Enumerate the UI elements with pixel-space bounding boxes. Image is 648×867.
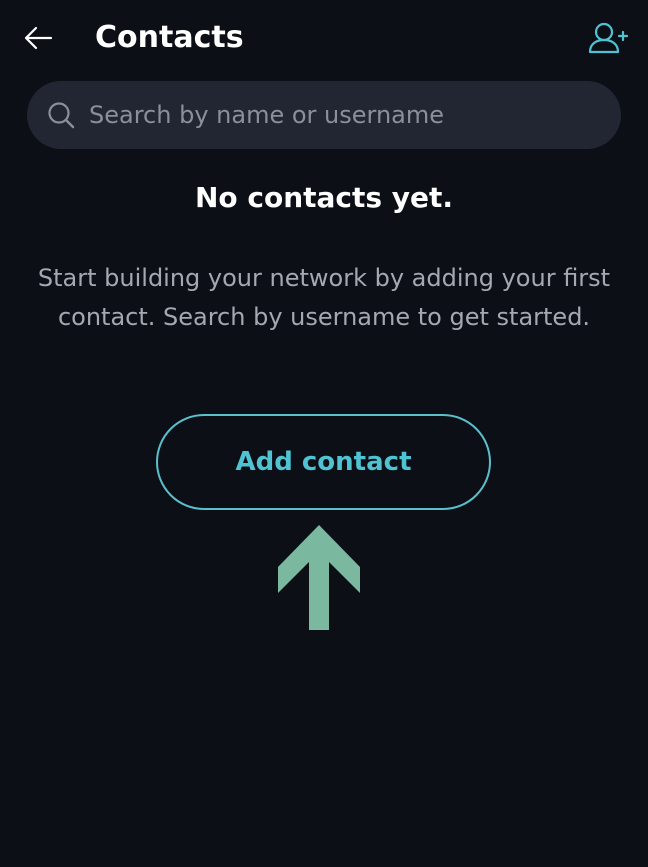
header-bar: Contacts [0,0,648,78]
empty-state-title: No contacts yet. [194,181,454,214]
back-button[interactable] [18,20,58,56]
arrow-up-icon [278,525,360,630]
page-title: Contacts [95,20,244,55]
add-user-button[interactable] [584,18,630,58]
search-input[interactable] [89,95,599,135]
arrow-left-icon [24,26,53,50]
add-contact-button[interactable]: Add contact [156,414,491,510]
empty-state-description: Start building your network by adding yo… [37,264,611,331]
search-bar [27,81,621,149]
search-icon [48,102,75,129]
add-user-icon [588,22,628,54]
